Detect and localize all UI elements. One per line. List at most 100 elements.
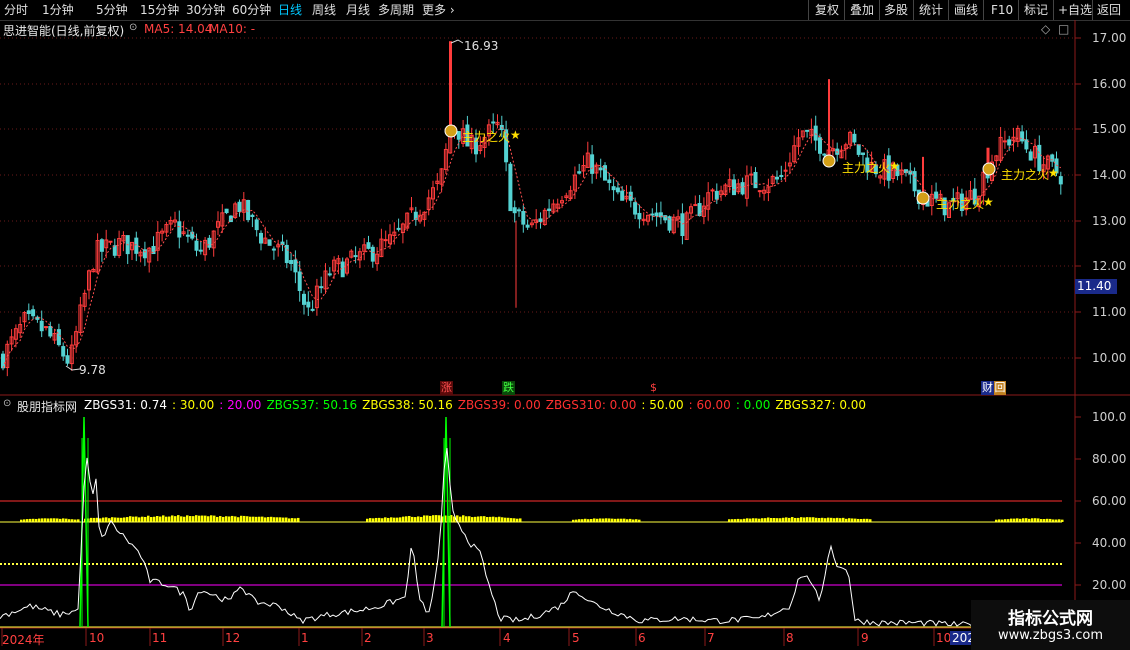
indicator-bar <box>803 517 806 522</box>
candle-body <box>637 212 642 220</box>
indicator-bar <box>489 516 492 522</box>
chart-canvas[interactable] <box>0 0 1130 650</box>
indicator-bar <box>99 518 102 522</box>
date-label: 6 <box>638 631 646 645</box>
indicator-value: ZBGS31: 0.74 <box>84 398 168 412</box>
indicator-bar <box>486 517 489 522</box>
indicator-bar <box>390 517 393 522</box>
indicator-bar <box>41 518 44 522</box>
candle-body <box>620 190 625 201</box>
candle-body <box>512 207 517 214</box>
indicator-bar <box>231 515 234 522</box>
indicator-bar <box>827 517 830 522</box>
watermark-url: www.zbgs3.com <box>997 628 1104 643</box>
indicator-bar <box>144 516 147 522</box>
indicator-bar <box>393 517 396 522</box>
indicator-bar <box>405 516 408 522</box>
indicator-bar <box>426 515 429 522</box>
indicator-bar <box>222 516 225 522</box>
indicator-bar <box>47 518 50 522</box>
finance-marker[interactable]: 财 <box>981 381 994 395</box>
date-label: 8 <box>786 631 794 645</box>
date-label: 1 <box>301 631 309 645</box>
date-label: 2 <box>364 631 372 645</box>
indicator-bar <box>102 517 105 522</box>
candle-body <box>598 167 603 171</box>
rise-marker[interactable]: 涨 <box>440 381 453 395</box>
indicator-value: : 20.00 <box>219 398 262 412</box>
indicator-bar <box>848 518 851 522</box>
star-icon: ★ <box>510 128 521 142</box>
finance-return-marker[interactable]: 回 <box>994 381 1006 395</box>
candle-body <box>710 189 715 192</box>
indicator-bar <box>797 517 800 522</box>
indicator-tick: 40.00 <box>1092 536 1127 550</box>
candle-body <box>319 286 324 289</box>
indicator-bar <box>818 518 821 522</box>
candle-body <box>607 179 612 184</box>
candle-body <box>194 240 199 251</box>
candle-body <box>99 239 104 252</box>
date-label: 5 <box>572 631 580 645</box>
indicator-bar <box>219 516 222 522</box>
indicator-bar <box>50 518 53 522</box>
indicator-bar <box>129 516 132 522</box>
indicator-bar <box>770 518 773 522</box>
indicator-bar <box>423 515 426 522</box>
candle-body <box>271 248 276 251</box>
indicator-bar <box>459 516 462 522</box>
indicator-bar <box>498 516 501 522</box>
indicator-bar <box>812 517 815 522</box>
indicator-bar <box>474 516 477 522</box>
dollar-marker[interactable]: $ <box>650 381 657 394</box>
candle-body <box>250 214 255 217</box>
indicator-bar <box>276 517 279 522</box>
star-icon: ★ <box>1048 166 1059 180</box>
candle-body <box>521 211 526 225</box>
indicator-bar <box>267 517 270 522</box>
indicator-bar <box>402 516 405 522</box>
indicator-bar <box>207 516 210 522</box>
indicator-bar <box>273 517 276 522</box>
candle-body <box>198 249 203 252</box>
price-tick: 12.00 <box>1092 259 1127 273</box>
spike-candle <box>449 41 452 135</box>
candle-body <box>366 242 371 249</box>
indicator-bars <box>20 515 1064 522</box>
indicator-bar <box>842 517 845 522</box>
indicator-bar <box>776 518 779 522</box>
indicator-value: : 50.00 <box>641 398 684 412</box>
candle-body <box>56 329 61 346</box>
indicator-bar <box>507 517 510 522</box>
indicator-bar <box>749 518 752 522</box>
signal-label: 主力之火 <box>936 197 985 211</box>
price-tick: 15.00 <box>1092 122 1127 136</box>
candle-body <box>590 154 595 174</box>
indicator-bar <box>117 517 120 522</box>
collapse-icon[interactable]: ⊙ <box>3 398 11 409</box>
candle-body <box>259 232 263 244</box>
indicator-bar <box>65 518 68 522</box>
indicator-bar <box>180 516 183 522</box>
indicator-bar <box>1037 518 1040 522</box>
indicator-bar <box>782 517 785 522</box>
watermark-title: 指标公式网 <box>1008 609 1093 629</box>
indicator-bar <box>189 516 192 522</box>
price-tick: 17.00 <box>1092 31 1127 45</box>
date-label: 4 <box>503 631 511 645</box>
indicator-bar <box>123 517 126 522</box>
price-tick: 14.00 <box>1092 168 1127 182</box>
fall-marker[interactable]: 跌 <box>502 381 515 395</box>
indicator-tick: 20.00 <box>1092 578 1127 592</box>
price-tick: 10.00 <box>1092 351 1127 365</box>
candle-body <box>44 326 48 329</box>
indicator-bar <box>384 517 387 522</box>
candle-body <box>753 171 758 189</box>
indicator-bar <box>38 518 41 522</box>
indicator-bar <box>237 517 240 522</box>
indicator-bar <box>411 516 414 522</box>
candle-body <box>650 213 655 216</box>
indicator-bar <box>159 516 162 522</box>
indicator-bar <box>417 516 420 522</box>
indicator-bar <box>851 518 854 522</box>
